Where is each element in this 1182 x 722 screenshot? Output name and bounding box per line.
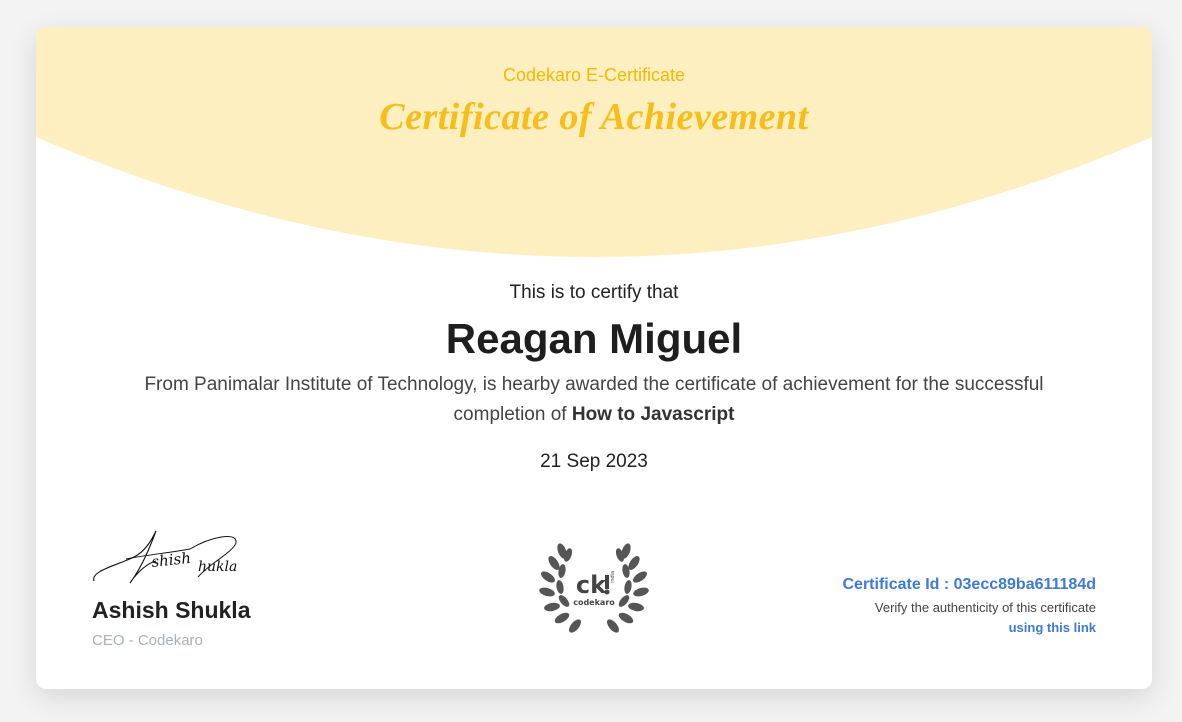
- signer-name: Ashish Shukla: [92, 597, 251, 623]
- certificate-description: From Panimalar Institute of Technology, …: [96, 370, 1092, 430]
- header-banner: [36, 27, 1152, 257]
- signer-title: CEO - Codekaro: [92, 632, 203, 649]
- svg-text:shish: shish: [151, 549, 192, 571]
- signature-image: shish hukla: [93, 530, 237, 584]
- page: Codekaro E-Certificate Certificate of Ac…: [0, 0, 1182, 722]
- recipient-name: Reagan Miguel: [445, 315, 743, 362]
- verification-block: Certificate Id : 03ecc89ba611184d Verify…: [843, 576, 1097, 637]
- svg-text:hukla: hukla: [198, 559, 237, 575]
- verify-text: Verify the authenticity of this certific…: [874, 600, 1096, 615]
- certificate-title: Certificate of Achievement: [379, 96, 809, 138]
- seal-logo-text: ck: [576, 571, 607, 599]
- certificate-card: Codekaro E-Certificate Certificate of Ac…: [36, 27, 1152, 689]
- verify-link[interactable]: using this link: [1009, 620, 1096, 635]
- seal-side-text: india: [610, 571, 616, 583]
- certificate-id: Certificate Id : 03ecc89ba611184d: [842, 576, 1097, 593]
- codekaro-seal-logo: ck codekaro india: [539, 543, 649, 633]
- certify-line: This is to certify that: [509, 282, 679, 303]
- course-name: How to Javascript: [571, 404, 735, 425]
- seal-brand-text: codekaro: [573, 598, 615, 607]
- certificate-subtitle: Codekaro E-Certificate: [502, 65, 686, 85]
- issue-date: 21 Sep 2023: [540, 451, 648, 472]
